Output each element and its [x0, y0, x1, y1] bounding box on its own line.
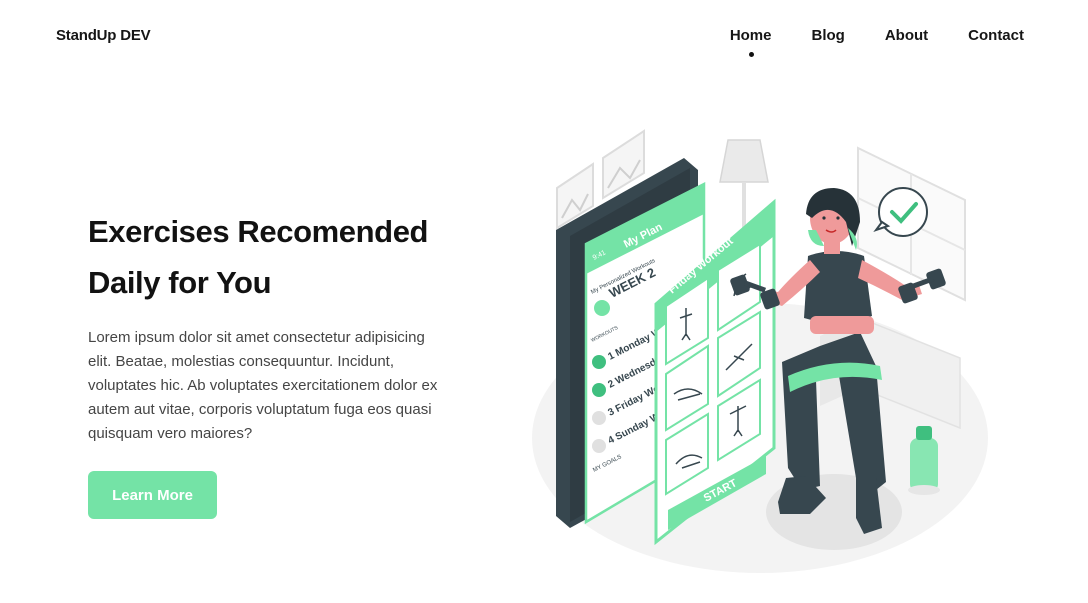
- nav-blog[interactable]: Blog: [812, 27, 845, 44]
- avatar-icon: [594, 300, 610, 316]
- fitness-illustration: 9:41 My Plan My Personalized Workouts WE…: [532, 129, 988, 573]
- hero-title: Exercises Recomended Daily for You: [88, 206, 478, 308]
- unchecked-icon: [592, 439, 606, 453]
- hero-title-line1: Exercises Recomended: [88, 214, 429, 249]
- nav-home[interactable]: Home: [730, 27, 772, 57]
- nav-about[interactable]: About: [885, 27, 928, 44]
- main-nav: Home Blog About Contact: [730, 27, 1024, 57]
- hero-description: Lorem ipsum dolor sit amet consectetur a…: [88, 329, 438, 442]
- check-icon: [592, 355, 606, 369]
- learn-more-button[interactable]: Learn More: [88, 471, 217, 519]
- site-logo[interactable]: StandUp DEV: [56, 27, 151, 44]
- active-nav-indicator: [748, 52, 754, 57]
- check-icon: [592, 383, 606, 397]
- hero-title-line2: Daily for You: [88, 265, 272, 300]
- nav-contact[interactable]: Contact: [968, 27, 1024, 44]
- unchecked-icon: [592, 411, 606, 425]
